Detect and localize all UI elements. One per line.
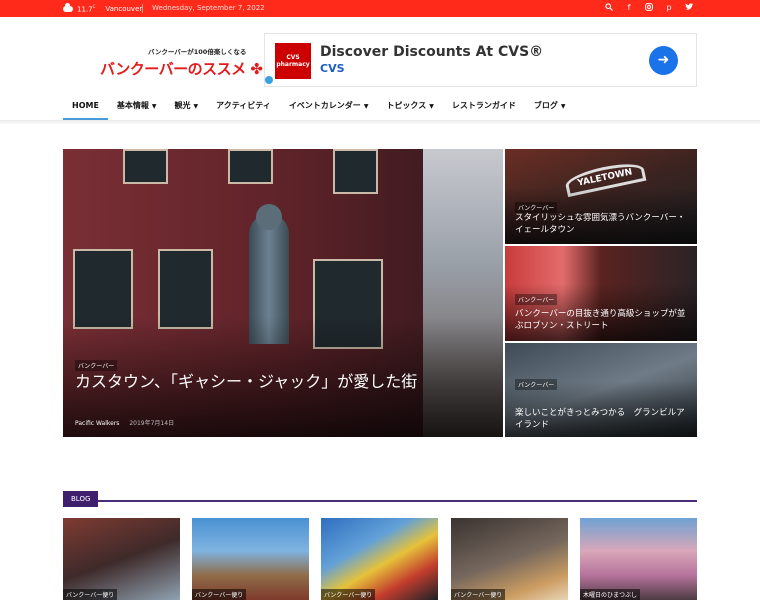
nav-item-home[interactable]: HOME xyxy=(63,98,108,120)
thumb-caption[interactable]: バンクーバー便り xyxy=(63,589,118,600)
post-title[interactable]: カスタウン、「ギャシー・ジャック」が愛した街 xyxy=(75,371,435,392)
post-category[interactable]: バンクーバー xyxy=(515,379,558,390)
post-title[interactable]: スタイリッシュな雰囲気漂うバンクーバー・イェールタウン xyxy=(515,212,691,236)
adchoices-icon[interactable] xyxy=(265,76,273,84)
main-nav: HOME 基本情報 ▼ 観光 ▼ アクティビティ イベントカレンダー ▼ トピックス ▼… xyxy=(63,98,574,120)
ad-banner[interactable]: CVS pharmacy Discover Discounts At CVS® … xyxy=(264,33,697,87)
nav-divider xyxy=(0,120,760,124)
featured-side-post[interactable]: バンクーバー バンクーバーの目抜き通り高級ショップが並ぶロブソン・ストリート xyxy=(505,246,697,341)
nav-item-topics[interactable]: トピックス ▼ xyxy=(377,98,442,120)
post-category[interactable]: バンクーバー xyxy=(75,360,118,371)
window-shape xyxy=(123,149,168,184)
nav-item-activities[interactable]: アクティビティ xyxy=(207,98,280,120)
ad-headline[interactable]: Discover Discounts At CVS® xyxy=(320,44,543,60)
topbar-divider xyxy=(142,4,143,13)
weather-city: Vancouver xyxy=(105,4,143,13)
blog-thumb[interactable]: バンクーバー便り xyxy=(321,518,438,600)
post-category[interactable]: バンクーバー xyxy=(515,294,558,305)
nav-item-blog[interactable]: ブログ ▼ xyxy=(525,98,575,120)
post-meta: Pacific Walkers 2019年7月14日 xyxy=(75,418,174,427)
search-icon[interactable] xyxy=(605,3,613,12)
blog-thumb[interactable]: バンクーバー便り xyxy=(451,518,568,600)
window-shape xyxy=(228,149,273,184)
weather-temperature: 11.7C xyxy=(77,4,96,14)
blog-thumb[interactable]: バンクーバー便り xyxy=(192,518,309,600)
blog-thumb[interactable]: バンクーバー便り xyxy=(63,518,180,600)
chevron-down-icon: ▼ xyxy=(363,103,369,110)
chevron-down-icon: ▼ xyxy=(193,103,199,110)
thumb-caption[interactable]: バンクーバー便り xyxy=(451,589,506,600)
blog-thumb[interactable]: 木曜日のひまつぶし xyxy=(580,518,697,600)
blog-section-label[interactable]: BLOG xyxy=(63,491,99,507)
ad-brand[interactable]: CVS xyxy=(320,62,345,75)
weather-widget: 11.7C Vancouver xyxy=(63,2,143,14)
nav-item-event-calendar[interactable]: イベントカレンダー ▼ xyxy=(280,98,378,120)
post-author[interactable]: Pacific Walkers xyxy=(75,420,119,427)
instagram-icon[interactable] xyxy=(645,3,653,12)
nav-item-restaurant-guide[interactable]: レストランガイド xyxy=(443,98,525,120)
site-logo[interactable]: バンクーバーが100倍楽しくなる バンクーバーのススメ ✤ xyxy=(100,44,263,80)
social-links: f p xyxy=(605,3,694,12)
thumb-caption[interactable]: バンクーバー便り xyxy=(321,589,376,600)
featured-main-post[interactable]: バンクーバー カスタウン、「ギャシー・ジャック」が愛した街 Pacific Wa… xyxy=(63,149,503,437)
current-date: Wednesday, September 7, 2022 xyxy=(152,4,265,12)
top-bar: 11.7C Vancouver Wednesday, September 7, … xyxy=(0,0,760,17)
statue-head xyxy=(256,204,282,230)
post-date: 2019年7月14日 xyxy=(129,420,175,427)
chevron-down-icon: ▼ xyxy=(429,103,434,110)
ad-arrow-icon[interactable]: ➜ xyxy=(649,46,678,75)
cloud-icon xyxy=(63,2,73,12)
post-title[interactable]: 楽しいことがきっとみつかる グランビルアイランド xyxy=(515,407,691,431)
logo-tagline: バンクーバーが100倍楽しくなる xyxy=(148,48,247,56)
nav-item-basic-info[interactable]: 基本情報 ▼ xyxy=(108,98,166,120)
blog-section-header: BLOG xyxy=(63,486,697,507)
pinterest-icon[interactable]: p xyxy=(665,3,673,12)
cvs-logo: CVS pharmacy xyxy=(275,43,311,79)
facebook-icon[interactable]: f xyxy=(625,3,633,12)
thumb-caption[interactable]: バンクーバー便り xyxy=(192,589,247,600)
maple-leaf-icon: ✤ xyxy=(250,60,263,78)
chevron-down-icon: ▼ xyxy=(151,103,157,110)
featured-side-post[interactable]: バンクーバー 楽しいことがきっとみつかる グランビルアイランド xyxy=(505,343,697,437)
logo-title: バンクーバーのススメ ✤ xyxy=(100,60,263,78)
nav-item-sightseeing[interactable]: 観光 ▼ xyxy=(166,98,208,120)
twitter-icon[interactable] xyxy=(685,3,694,12)
featured-side-post[interactable]: YALETOWN バンクーバー スタイリッシュな雰囲気漂うバンクーバー・イェール… xyxy=(505,149,697,244)
chevron-down-icon: ▼ xyxy=(560,103,566,110)
post-title[interactable]: バンクーバーの目抜き通り高級ショップが並ぶロブソン・ストリート xyxy=(515,308,691,332)
window-shape xyxy=(333,149,378,194)
thumb-caption[interactable]: 木曜日のひまつぶし xyxy=(580,589,641,600)
